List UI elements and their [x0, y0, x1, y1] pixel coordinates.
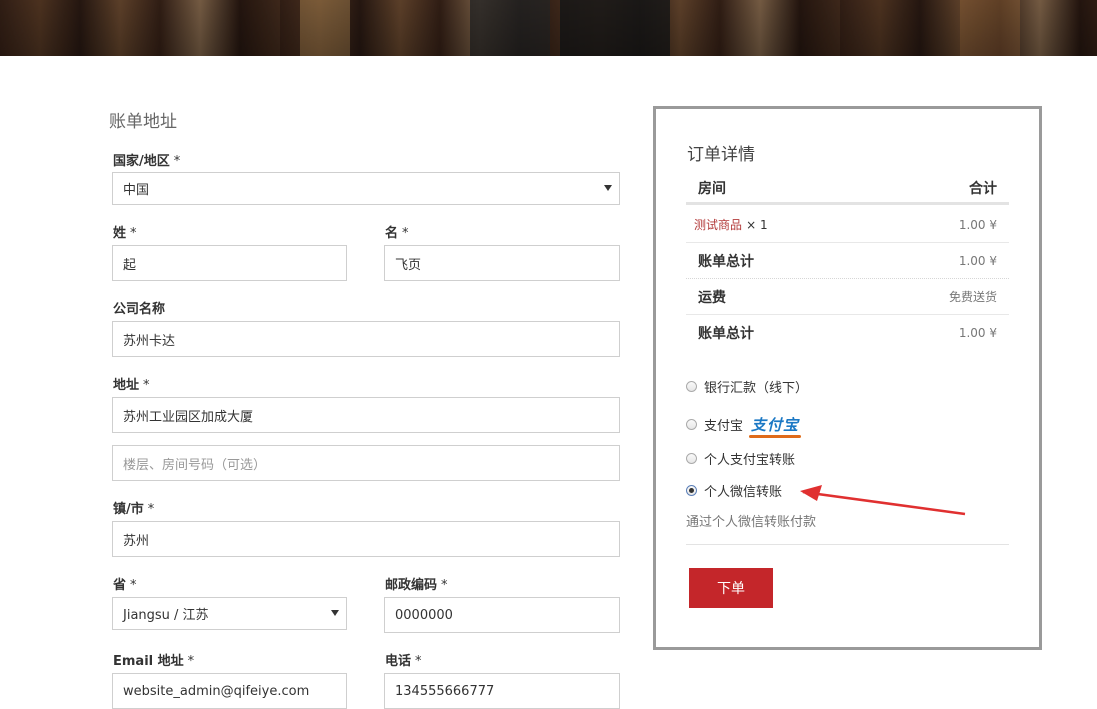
shipping-value: 免费送货 [948, 290, 997, 304]
header-banner-image [0, 0, 1097, 56]
subtotal-value: 1.00 ¥ [958, 253, 997, 268]
email-label: Email 地址 * [113, 654, 195, 669]
radio-bank[interactable] [686, 381, 697, 392]
country-label: 国家/地区 * [113, 154, 181, 169]
phone-label: 电话 * [385, 654, 422, 669]
divider [686, 544, 1009, 545]
first-name-label: 名 * [385, 226, 409, 241]
address-line1-input[interactable]: 苏州工业园区加成大厦 [112, 397, 620, 433]
payment-option-bank-label: 银行汇款（线下） [704, 381, 809, 396]
payment-option-wechat-label: 个人微信转账 [704, 485, 783, 500]
province-select[interactable]: Jiangsu / 江苏 [112, 597, 347, 630]
province-label: 省 * [113, 578, 137, 593]
col-total-header: 合计 [969, 181, 997, 197]
product-qty: × 1 [746, 218, 768, 232]
radio-wechat[interactable] [686, 485, 697, 496]
postcode-input[interactable]: 0000000 [384, 597, 620, 633]
payment-option-alipay-label: 支付宝 [704, 419, 744, 434]
shipping-row: 运费 免费送货 [686, 279, 1009, 315]
arrow-annotation-icon [800, 485, 966, 516]
subtotal-row: 账单总计 1.00 ¥ [686, 243, 1009, 279]
country-select[interactable]: 中国 [112, 172, 620, 205]
order-item-row: 测试商品 × 1 1.00 ¥ [686, 207, 1009, 243]
first-name-input[interactable]: 飞页 [384, 245, 620, 281]
order-title: 订单详情 [687, 145, 755, 165]
payment-option-wechat[interactable]: 个人微信转账 [686, 481, 782, 500]
radio-personal-alipay[interactable] [686, 453, 697, 464]
province-select-value: Jiangsu / 江苏 [123, 608, 209, 623]
order-table-header: 房间 合计 [686, 174, 1009, 205]
col-product-header: 房间 [698, 181, 726, 197]
place-order-button[interactable]: 下单 [689, 568, 773, 608]
radio-alipay[interactable] [686, 419, 697, 430]
product-name: 测试商品 [694, 218, 743, 232]
address-line2-input[interactable]: 楼层、房间号码（可选） [112, 445, 620, 481]
chevron-down-icon [604, 185, 612, 191]
total-row: 账单总计 1.00 ¥ [686, 315, 1009, 351]
email-input[interactable]: website_admin@qifeiye.com [112, 673, 347, 709]
billing-title: 账单地址 [109, 112, 177, 132]
payment-option-personal-alipay-label: 个人支付宝转账 [704, 453, 796, 468]
city-label: 镇/市 * [113, 502, 155, 517]
chevron-down-icon [331, 610, 339, 616]
subtotal-label: 账单总计 [698, 253, 754, 270]
total-label: 账单总计 [698, 326, 754, 342]
payment-option-bank[interactable]: 银行汇款（线下） [686, 377, 808, 396]
payment-option-personal-alipay[interactable]: 个人支付宝转账 [686, 449, 795, 468]
last-name-label: 姓 * [113, 226, 137, 241]
last-name-input[interactable]: 起 [112, 245, 347, 281]
payment-description: 通过个人微信转账付款 [686, 515, 817, 530]
product-price: 1.00 ¥ [958, 217, 997, 232]
shipping-label: 运费 [698, 289, 726, 306]
phone-input[interactable]: 134555666777 [384, 673, 620, 709]
company-label: 公司名称 [113, 302, 166, 317]
postcode-label: 邮政编码 * [385, 578, 448, 593]
address-label: 地址 * [113, 378, 150, 393]
city-input[interactable]: 苏州 [112, 521, 620, 557]
company-input[interactable]: 苏州卡达 [112, 321, 620, 357]
country-select-value: 中国 [123, 183, 150, 198]
payment-option-alipay[interactable]: 支付宝 支付宝 [686, 414, 802, 438]
alipay-logo-icon: 支付宝 [749, 416, 802, 438]
total-value: 1.00 ¥ [958, 326, 997, 340]
